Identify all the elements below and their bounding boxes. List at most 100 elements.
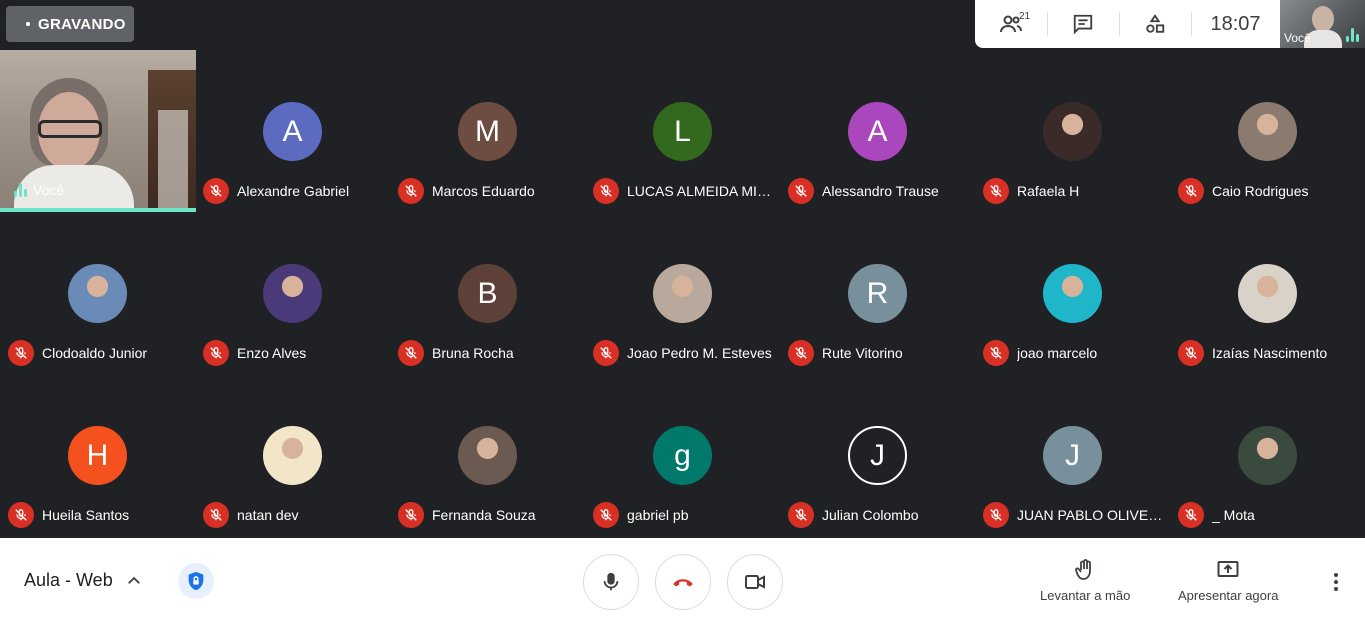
clock: 18:07 (1191, 0, 1280, 48)
mic-off-icon (593, 340, 619, 366)
participant-tile[interactable]: A Alexandre Gabriel (195, 50, 390, 212)
participants-count: 21 (1019, 11, 1031, 22)
self-tile[interactable]: Você (0, 50, 196, 212)
chevron-up-icon (125, 572, 143, 590)
participant-tile[interactable]: _ Mota (1170, 374, 1365, 536)
participant-name: natan dev (237, 507, 299, 523)
participant-name-row: Rute Vitorino (788, 340, 970, 366)
participant-name-row: gabriel pb (593, 502, 775, 528)
participant-name: LUCAS ALMEIDA MIO… (627, 183, 775, 199)
participant-name-row: LUCAS ALMEIDA MIO… (593, 178, 775, 204)
self-preview[interactable]: Você (1280, 0, 1365, 48)
recording-badge: GRAVANDO (6, 6, 134, 42)
participant-avatar: J (1043, 426, 1102, 485)
participant-name-row: Rafaela H (983, 178, 1165, 204)
video-camera-icon (745, 575, 765, 589)
participant-tile[interactable]: natan dev (195, 374, 390, 536)
participant-name: Bruna Rocha (432, 345, 514, 361)
self-tile-label: Você (14, 182, 64, 198)
participant-grid: Você A Alexandre Gabriel M Marcos Eduardo L L… (0, 50, 1365, 536)
participant-tile[interactable]: Rafaela H (975, 50, 1170, 212)
participant-tile[interactable]: Izaías Nascimento (1170, 212, 1365, 374)
participant-name: Alexandre Gabriel (237, 183, 350, 199)
self-preview-head (1312, 6, 1334, 32)
mic-off-icon (788, 340, 814, 366)
participant-name: Alessandro Trause (822, 183, 939, 199)
participant-tile[interactable]: Enzo Alves (195, 212, 390, 374)
audio-level-icon (14, 183, 27, 197)
participant-tile[interactable]: Joao Pedro M. Esteves (585, 212, 780, 374)
participant-tile[interactable]: J Julian Colombo (780, 374, 975, 536)
participant-tile[interactable]: Clodoaldo Junior (0, 212, 195, 374)
camera-button[interactable] (727, 554, 783, 610)
raise-hand-button[interactable]: Levantar a mão (1040, 558, 1130, 603)
participant-tile[interactable]: H Hueila Santos (0, 374, 195, 536)
present-now-button[interactable]: Apresentar agora (1178, 558, 1278, 603)
participant-name-row: Julian Colombo (788, 502, 970, 528)
mic-off-icon (398, 502, 424, 528)
mic-off-icon (983, 178, 1009, 204)
present-now-label: Apresentar agora (1178, 588, 1279, 603)
participant-tile[interactable]: B Bruna Rocha (390, 212, 585, 374)
hang-up-icon (673, 579, 693, 587)
participant-name: Clodoaldo Junior (42, 345, 148, 361)
participant-avatar (263, 426, 322, 485)
participant-name-row: JUAN PABLO OLIVEI… (983, 502, 1165, 528)
mic-off-icon (398, 178, 424, 204)
participant-avatar (1238, 102, 1297, 161)
participant-name-row: Caio Rodrigues (1178, 178, 1360, 204)
participant-tile[interactable]: Caio Rodrigues (1170, 50, 1365, 212)
mic-off-icon (983, 502, 1009, 528)
hand-icon (1075, 559, 1092, 580)
participant-name: Hueila Santos (42, 507, 130, 523)
participant-avatar (458, 426, 517, 485)
participant-name: Fernanda Souza (432, 507, 536, 523)
participant-name: Enzo Alves (237, 345, 307, 361)
recording-label: GRAVANDO (38, 15, 126, 33)
more-options-button[interactable] (1322, 568, 1350, 596)
participant-tile[interactable]: joao marcelo (975, 212, 1170, 374)
participant-avatar: R (848, 264, 907, 323)
microphone-icon (603, 572, 619, 591)
more-vert-icon (1334, 573, 1338, 591)
mic-off-icon (593, 178, 619, 204)
participant-name-row: joao marcelo (983, 340, 1165, 366)
mic-off-icon (593, 502, 619, 528)
leave-call-button[interactable] (655, 554, 711, 610)
participant-tile[interactable]: M Marcos Eduardo (390, 50, 585, 212)
participant-avatar: M (458, 102, 517, 161)
participant-name: gabriel pb (627, 507, 689, 523)
participant-tile[interactable]: R Rute Vitorino (780, 212, 975, 374)
participant-avatar (653, 264, 712, 323)
participant-name: _ Mota (1212, 507, 1255, 523)
mic-off-icon (203, 502, 229, 528)
participant-tile[interactable]: Fernanda Souza (390, 374, 585, 536)
participant-name: JUAN PABLO OLIVEI… (1017, 507, 1165, 523)
host-controls-button[interactable] (178, 563, 214, 599)
mic-off-icon (398, 340, 424, 366)
meeting-title: Aula - Web (24, 570, 113, 590)
present-screen-icon (1217, 561, 1239, 577)
mic-off-icon (203, 178, 229, 204)
top-info-panel: 21 18:07 (975, 0, 1280, 48)
participant-tile[interactable]: L LUCAS ALMEIDA MIO… (585, 50, 780, 212)
participant-name-row: Izaías Nascimento (1178, 340, 1360, 366)
bottom-bar: Aula - Web Levantar a mão Apresentar ago… (0, 538, 1365, 624)
shapes-icon (1146, 14, 1165, 33)
self-glasses (38, 120, 102, 138)
microphone-button[interactable] (583, 554, 639, 610)
chat-button[interactable] (1047, 0, 1119, 48)
participant-avatar (1043, 102, 1102, 161)
mic-off-icon (1178, 502, 1204, 528)
participant-name-row: Joao Pedro M. Esteves (593, 340, 775, 366)
mic-off-icon (8, 502, 34, 528)
activities-button[interactable] (1119, 0, 1191, 48)
participant-tile[interactable]: g gabriel pb (585, 374, 780, 536)
participant-tile[interactable]: J JUAN PABLO OLIVEI… (975, 374, 1170, 536)
participant-name-row: Fernanda Souza (398, 502, 580, 528)
meeting-details-button[interactable]: Aula - Web (24, 570, 143, 591)
participant-name-row: Hueila Santos (8, 502, 190, 528)
participant-avatar: H (68, 426, 127, 485)
participants-button[interactable]: 21 (975, 0, 1047, 48)
participant-tile[interactable]: A Alessandro Trause (780, 50, 975, 212)
